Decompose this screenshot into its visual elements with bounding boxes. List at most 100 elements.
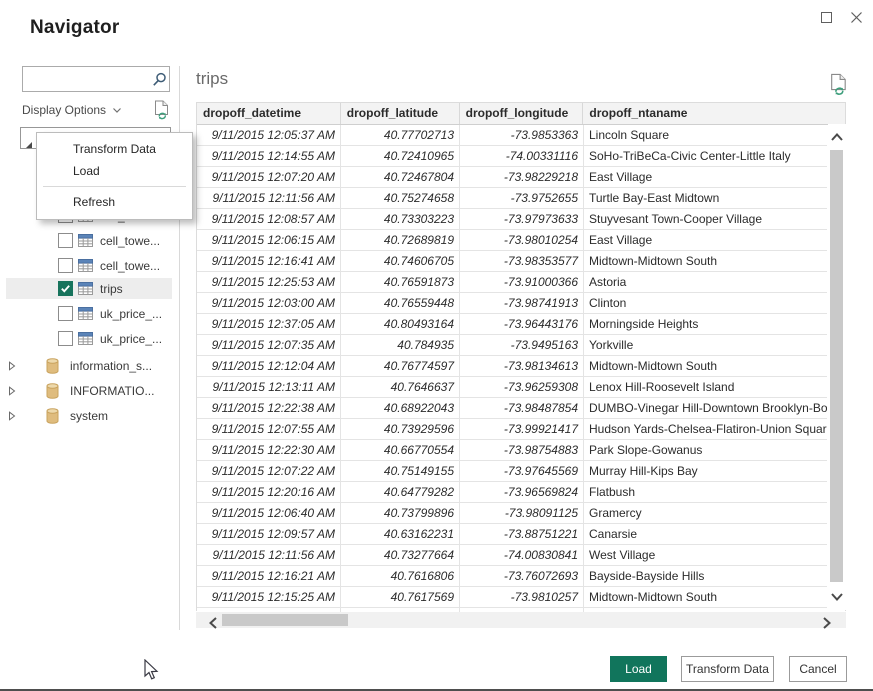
- cell-dropoff_datetime: 9/11/2015 12:25:53 AM: [197, 272, 341, 292]
- tree-item-label: uk_price_...: [100, 307, 162, 321]
- cell-dropoff_latitude: 40.75149155: [341, 461, 460, 481]
- load-button[interactable]: Load: [610, 656, 667, 682]
- tree-item-informatio[interactable]: INFORMATIO...: [6, 380, 172, 401]
- cell-dropoff_ntaname: Murray Hill-Kips Bay: [584, 461, 827, 481]
- scroll-up-icon[interactable]: [831, 128, 843, 146]
- scroll-down-icon[interactable]: [831, 588, 843, 606]
- cell-dropoff_datetime: 9/11/2015 12:05:37 AM: [197, 125, 341, 145]
- refresh-source-icon[interactable]: [154, 100, 170, 120]
- cell-dropoff_ntaname: Gramercy: [584, 503, 827, 523]
- cell-dropoff_datetime: 9/11/2015 12:03:00 AM: [197, 293, 341, 313]
- cancel-button[interactable]: Cancel: [789, 656, 847, 682]
- cell-dropoff_latitude: 40.76559448: [341, 293, 460, 313]
- cell-dropoff_latitude: 40.73929596: [341, 419, 460, 439]
- vertical-scrollbar-thumb[interactable]: [830, 150, 843, 582]
- tree-item-label: cell_towe...: [100, 259, 160, 273]
- tree-item-label: INFORMATIO...: [70, 384, 154, 398]
- cell-dropoff_latitude: 40.63162231: [341, 524, 460, 544]
- cell-dropoff_longitude: -73.97645569: [460, 461, 584, 481]
- search-icon[interactable]: [149, 72, 169, 87]
- table-icon: [78, 307, 93, 320]
- horizontal-scrollbar-thumb[interactable]: [222, 614, 348, 626]
- table-row: 9/11/2015 12:06:40 AM40.73799896-73.9809…: [197, 503, 827, 524]
- cell-dropoff_longitude: -73.98010254: [460, 230, 584, 250]
- display-options-dropdown[interactable]: Display Options: [22, 103, 106, 117]
- cell-dropoff_longitude: -73.96569824: [460, 482, 584, 502]
- cell-dropoff_longitude: -73.96259308: [460, 377, 584, 397]
- cell-dropoff_ntaname: Lenox Hill-Roosevelt Island: [584, 377, 827, 397]
- tree-item-trips[interactable]: trips: [6, 278, 172, 299]
- tree-item-uk-price[interactable]: uk_price_...: [6, 328, 172, 349]
- cell-dropoff_ntaname: Clinton: [584, 293, 827, 313]
- cell-dropoff_datetime: 9/11/2015 12:16:41 AM: [197, 251, 341, 271]
- scroll-left-icon[interactable]: [209, 616, 217, 634]
- cell-dropoff_longitude: -73.98487854: [460, 398, 584, 418]
- cell-dropoff_longitude: -73.98091125: [460, 503, 584, 523]
- refresh-preview-icon[interactable]: [830, 73, 848, 96]
- table-row: 9/11/2015 12:11:56 AM40.73277664-74.0083…: [197, 545, 827, 566]
- tree-item-label: trips: [100, 282, 123, 296]
- tree-item-label: uk_price_...: [100, 332, 162, 346]
- tree-item-cell-towe[interactable]: cell_towe...: [6, 255, 172, 276]
- tree-item-information-s[interactable]: information_s...: [6, 355, 172, 376]
- table-row: 9/11/2015 12:13:11 AM40.7646637-73.96259…: [197, 377, 827, 398]
- checkbox-icon[interactable]: [58, 306, 73, 321]
- table-row: 9/11/2015 12:06:15 AM40.72689819-73.9801…: [197, 230, 827, 251]
- table-row: 9/11/2015 12:07:20 AM40.72467804-73.9822…: [197, 167, 827, 188]
- table-row: 9/11/2015 12:16:41 AM40.74606705-73.9835…: [197, 251, 827, 272]
- close-button[interactable]: [847, 8, 865, 26]
- chevron-down-icon[interactable]: [113, 108, 121, 113]
- cell-dropoff_latitude: 40.72467804: [341, 167, 460, 187]
- cell-dropoff_ntaname: Canarsie: [584, 524, 827, 544]
- checkbox-checked-icon[interactable]: [58, 281, 73, 296]
- menu-item-refresh[interactable]: Refresh: [37, 191, 192, 213]
- checkbox-icon[interactable]: [58, 331, 73, 346]
- cell-dropoff_datetime: 9/11/2015 12:11:56 AM: [197, 188, 341, 208]
- transform-data-button[interactable]: Transform Data: [681, 656, 774, 682]
- cell-dropoff_longitude: -73.91000366: [460, 272, 584, 292]
- cell-dropoff_longitude: -73.9853363: [460, 125, 584, 145]
- cell-dropoff_latitude: 40.74606705: [341, 251, 460, 271]
- search-input[interactable]: [23, 67, 149, 91]
- column-header-dropoff-ntaname: dropoff_ntaname: [583, 103, 845, 124]
- checkbox-icon[interactable]: [58, 233, 73, 248]
- cell-dropoff_ntaname: Park Slope-Gowanus: [584, 440, 827, 460]
- expand-arrow-icon[interactable]: [8, 411, 18, 421]
- expanded-arrow-icon[interactable]: [25, 136, 33, 154]
- database-icon: [46, 383, 59, 399]
- cell-dropoff_latitude: 40.7646637: [341, 377, 460, 397]
- navigator-dialog: Navigator Display Options: [0, 0, 873, 691]
- cell-dropoff_longitude: -73.98754883: [460, 440, 584, 460]
- cell-dropoff_datetime: 9/11/2015 12:15:25 AM: [197, 587, 341, 607]
- preview-table-header: dropoff_datetime dropoff_latitude dropof…: [197, 103, 845, 125]
- column-header-dropoff-datetime: dropoff_datetime: [197, 103, 341, 124]
- tree-item-uk-price[interactable]: uk_price_...: [6, 303, 172, 324]
- scroll-right-icon[interactable]: [823, 616, 831, 634]
- tree-item-label: system: [70, 409, 108, 423]
- cell-dropoff_datetime: 9/11/2015 12:07:35 AM: [197, 335, 341, 355]
- maximize-button[interactable]: [817, 8, 835, 26]
- cell-dropoff_datetime: 9/11/2015 12:12:04 AM: [197, 356, 341, 376]
- expand-arrow-icon[interactable]: [8, 386, 18, 396]
- menu-item-load[interactable]: Load: [37, 160, 192, 182]
- table-row: 9/11/2015 12:37:05 AM40.80493164-73.9644…: [197, 314, 827, 335]
- vertical-scrollbar[interactable]: [828, 124, 846, 610]
- cell-dropoff_ntaname: Bayside-Bayside Hills: [584, 566, 827, 586]
- cell-dropoff_ntaname: Midtown-Midtown South: [584, 251, 827, 271]
- table-row: 9/11/2015 12:11:56 AM40.75274658-73.9752…: [197, 188, 827, 209]
- cell-dropoff_longitude: -73.9752655: [460, 188, 584, 208]
- search-box[interactable]: [22, 66, 170, 92]
- tree-item-system[interactable]: system: [6, 405, 172, 426]
- checkbox-icon[interactable]: [58, 258, 73, 273]
- mouse-cursor: [144, 659, 160, 686]
- cell-dropoff_ntaname: Stuyvesant Town-Cooper Village: [584, 209, 827, 229]
- cell-dropoff_latitude: 40.80493164: [341, 314, 460, 334]
- tree-item-cell-towe[interactable]: cell_towe...: [6, 230, 172, 251]
- menu-item-transform-data[interactable]: Transform Data: [37, 138, 192, 160]
- cell-dropoff_ntaname: Astoria: [584, 272, 827, 292]
- preview-table-body: 9/11/2015 12:05:37 AM40.77702713-73.9853…: [197, 125, 827, 612]
- horizontal-scrollbar[interactable]: [196, 612, 846, 628]
- expand-arrow-icon[interactable]: [8, 361, 18, 371]
- table-row: 9/11/2015 12:22:38 AM40.68922043-73.9848…: [197, 398, 827, 419]
- table-icon: [78, 332, 93, 345]
